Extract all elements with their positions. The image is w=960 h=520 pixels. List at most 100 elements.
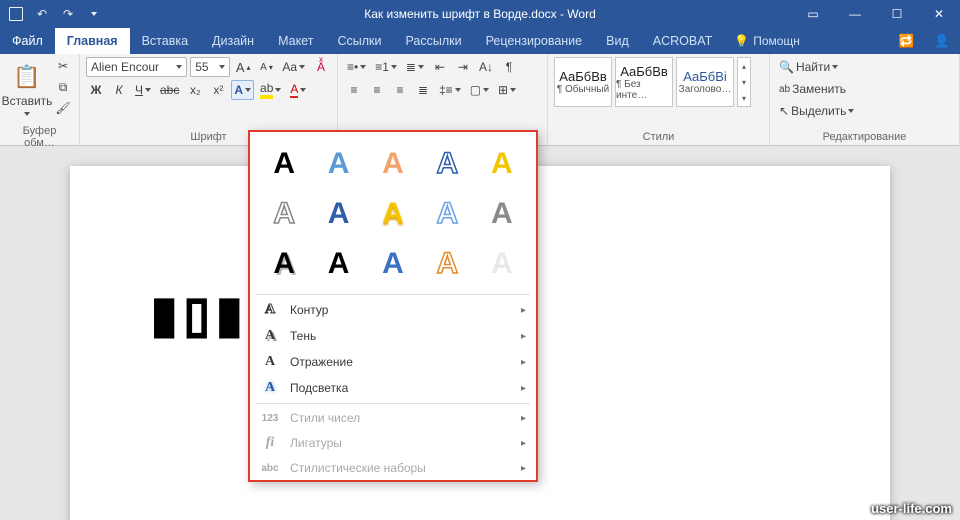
style-normal[interactable]: АаБбВв ¶ Обычный	[554, 57, 612, 107]
paste-icon: 📋	[13, 64, 40, 90]
find-button[interactable]: 🔍 Найти	[776, 57, 841, 77]
sort-button[interactable]: A↓	[476, 57, 496, 77]
italic-button[interactable]: К	[109, 80, 129, 100]
chevron-right-icon: ▸	[521, 438, 526, 449]
text-effects-button[interactable]: A	[231, 80, 254, 100]
align-left-button[interactable]: ≡	[344, 80, 364, 100]
fx-preset-8[interactable]: A	[369, 192, 417, 236]
strikethrough-button[interactable]: abc	[157, 80, 182, 100]
group-clipboard: 📋 Вставить ✂ ⧉ 🖌 Буфер обм…	[0, 54, 80, 145]
underline-button[interactable]: Ч	[132, 80, 154, 100]
watermark: user-life.com	[871, 501, 952, 516]
align-right-button[interactable]: ≡	[390, 80, 410, 100]
paste-button[interactable]: 📋 Вставить	[6, 57, 48, 123]
tab-home[interactable]: Главная	[55, 28, 130, 54]
font-color-button[interactable]: A	[287, 80, 309, 100]
tell-me[interactable]: 💡 Помощн	[724, 28, 810, 54]
font-name-dropdown[interactable]: Alien Encour	[86, 57, 187, 77]
borders-button[interactable]: ⊞	[495, 80, 519, 100]
decrease-indent-button[interactable]: ⇤	[430, 57, 450, 77]
select-button[interactable]: ↖ Выделить	[776, 101, 857, 121]
fx-shadow[interactable]: AТень▸	[250, 323, 536, 349]
align-center-button[interactable]: ≡	[367, 80, 387, 100]
fx-preset-9[interactable]: A	[423, 192, 471, 236]
fx-preset-1[interactable]: A	[260, 142, 308, 186]
superscript-button[interactable]: x²	[208, 80, 228, 100]
share-button[interactable]: 🔁	[889, 28, 925, 54]
window-title: Как изменить шрифт в Ворде.docx - Word	[364, 7, 596, 21]
fx-preset-14[interactable]: A	[423, 242, 471, 286]
lightbulb-icon: 💡	[734, 34, 749, 48]
tab-layout[interactable]: Макет	[266, 28, 325, 54]
fx-preset-13[interactable]: A	[369, 242, 417, 286]
chevron-right-icon: ▸	[521, 305, 526, 316]
tab-mailings[interactable]: Рассылки	[393, 28, 473, 54]
justify-button[interactable]: ≣	[413, 80, 433, 100]
maximize-icon[interactable]: ☐	[876, 0, 918, 28]
copy-button[interactable]: ⧉	[53, 78, 73, 96]
chevron-right-icon: ▸	[521, 383, 526, 394]
fx-outline[interactable]: AКонтур▸	[250, 297, 536, 323]
quick-access-toolbar: ↶ ↷	[0, 4, 110, 24]
highlight-button[interactable]: ab	[257, 80, 284, 100]
fx-preset-5[interactable]: A	[478, 142, 526, 186]
fx-reflection[interactable]: AОтражение▸	[250, 349, 536, 375]
shading-button[interactable]: ▢	[467, 80, 492, 100]
text-effects-gallery: A A A A A A A A A A A A A A A	[250, 132, 536, 292]
bullets-button[interactable]: ≡•	[344, 57, 369, 77]
tab-view[interactable]: Вид	[594, 28, 641, 54]
chevron-down-icon	[24, 112, 30, 116]
group-editing: 🔍 Найти ab Заменить ↖ Выделить Редактиро…	[770, 54, 960, 145]
clear-formatting-button[interactable]: Aͯ	[311, 57, 331, 77]
cut-button[interactable]: ✂	[53, 57, 73, 75]
fx-preset-12[interactable]: A	[314, 242, 362, 286]
tab-file[interactable]: Файл	[0, 28, 55, 54]
save-icon[interactable]	[6, 4, 26, 24]
change-case-button[interactable]: Aa	[280, 57, 308, 77]
fx-preset-4[interactable]: A	[423, 142, 471, 186]
fx-preset-10[interactable]: A	[478, 192, 526, 236]
multilevel-button[interactable]: ≣	[403, 57, 427, 77]
close-icon[interactable]: ✕	[918, 0, 960, 28]
fx-glow[interactable]: AПодсветка▸	[250, 375, 536, 401]
account-icon[interactable]: 👤	[924, 28, 960, 54]
fx-preset-15[interactable]: A	[478, 242, 526, 286]
redo-icon[interactable]: ↷	[58, 4, 78, 24]
group-styles: АаБбВв ¶ Обычный АаБбВв ¶ Без инте… АаБб…	[548, 54, 770, 145]
fx-number-styles: 123Стили чисел▸	[250, 406, 536, 430]
fx-preset-11[interactable]: A	[260, 242, 308, 286]
ribbon-options-icon[interactable]: ▭	[792, 0, 834, 28]
numbering-button[interactable]: ≡1	[372, 57, 400, 77]
qat-customize-icon[interactable]	[84, 4, 104, 24]
style-nospacing[interactable]: АаБбВв ¶ Без инте…	[615, 57, 673, 107]
tab-design[interactable]: Дизайн	[200, 28, 266, 54]
font-size-value: 55	[195, 60, 208, 74]
tab-references[interactable]: Ссылки	[325, 28, 393, 54]
format-painter-button[interactable]: 🖌	[53, 99, 73, 117]
tab-review[interactable]: Рецензирование	[474, 28, 595, 54]
fx-ligatures: fiЛигатуры▸	[250, 430, 536, 456]
fx-preset-7[interactable]: A	[314, 192, 362, 236]
grow-font-button[interactable]: A▴	[233, 57, 254, 77]
chevron-down-icon	[176, 65, 182, 69]
fx-preset-2[interactable]: A	[314, 142, 362, 186]
undo-icon[interactable]: ↶	[32, 4, 52, 24]
style-heading1[interactable]: АаБбВі Заголово…	[676, 57, 734, 107]
window-buttons: ▭ — ☐ ✕	[792, 0, 960, 28]
chevron-right-icon: ▸	[521, 331, 526, 342]
font-size-dropdown[interactable]: 55	[190, 57, 230, 77]
shrink-font-button[interactable]: A▾	[257, 57, 277, 77]
fx-preset-3[interactable]: A	[369, 142, 417, 186]
line-spacing-button[interactable]: ‡≡	[436, 80, 464, 100]
subscript-button[interactable]: x₂	[185, 80, 205, 100]
styles-more-button[interactable]: ▴▾▾	[737, 57, 751, 107]
increase-indent-button[interactable]: ⇥	[453, 57, 473, 77]
bold-button[interactable]: Ж	[86, 80, 106, 100]
tab-acrobat[interactable]: ACROBAT	[641, 28, 725, 54]
fx-preset-6[interactable]: A	[260, 192, 308, 236]
replace-button[interactable]: ab Заменить	[776, 79, 849, 99]
tab-insert[interactable]: Вставка	[130, 28, 200, 54]
paste-label: Вставить	[2, 94, 53, 108]
minimize-icon[interactable]: —	[834, 0, 876, 28]
show-marks-button[interactable]: ¶	[499, 57, 519, 77]
